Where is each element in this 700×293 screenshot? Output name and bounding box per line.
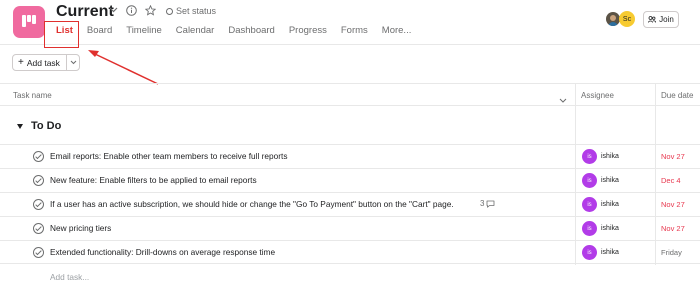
task-name[interactable]: New feature: Enable filters to be applie… — [50, 175, 257, 185]
table-row[interactable]: If a user has an active subscription, we… — [0, 192, 700, 216]
assignee-cell[interactable]: is ishika — [582, 149, 619, 164]
assignee-name: ishika — [601, 249, 619, 256]
due-date[interactable]: Nov 27 — [661, 200, 685, 209]
task-name[interactable]: Email reports: Enable other team members… — [50, 151, 287, 161]
add-task-inline[interactable]: Add task... — [50, 272, 89, 282]
subtask-count-value: 3 — [480, 199, 485, 208]
collapse-triangle-icon[interactable] — [17, 123, 23, 129]
column-task-name[interactable]: Task name — [13, 91, 52, 100]
due-date[interactable]: Nov 27 — [661, 152, 685, 161]
column-header-row: Task name Assignee Due date — [0, 83, 700, 106]
chevron-down-icon[interactable] — [559, 91, 567, 109]
chevron-down-icon — [70, 60, 76, 65]
due-date[interactable]: Dec 4 — [661, 176, 681, 185]
assignee-name: ishika — [601, 201, 619, 208]
complete-check-icon[interactable] — [33, 175, 44, 186]
assignee-cell[interactable]: is ishika — [582, 221, 619, 236]
due-date[interactable]: Friday — [661, 248, 682, 257]
assignee-name: ishika — [601, 153, 619, 160]
assignee-name: ishika — [601, 177, 619, 184]
add-task-split-button: + Add task — [12, 54, 80, 71]
people-icon — [648, 16, 657, 23]
complete-check-icon[interactable] — [33, 199, 44, 210]
avatar: is — [582, 149, 597, 164]
assignee-name: ishika — [601, 225, 619, 232]
table-row[interactable]: Extended functionality: Drill-downs on a… — [0, 240, 700, 264]
task-name[interactable]: Extended functionality: Drill-downs on a… — [50, 247, 275, 257]
comment-icon — [487, 200, 495, 208]
table-row[interactable]: Email reports: Enable other team members… — [0, 144, 700, 168]
complete-check-icon[interactable] — [33, 151, 44, 162]
add-task-button[interactable]: + Add task — [13, 55, 67, 70]
member-avatar-sc[interactable]: Sc — [619, 11, 635, 27]
avatar: is — [582, 197, 597, 212]
join-label: Join — [659, 15, 674, 24]
table-row[interactable]: New feature: Enable filters to be applie… — [0, 168, 700, 192]
add-task-dropdown-button[interactable] — [67, 55, 79, 70]
avatar: is — [582, 245, 597, 260]
avatar: is — [582, 173, 597, 188]
assignee-cell[interactable]: is ishika — [582, 197, 619, 212]
complete-check-icon[interactable] — [33, 223, 44, 234]
column-assignee[interactable]: Assignee — [581, 91, 614, 100]
task-name[interactable]: If a user has an active subscription, we… — [50, 199, 454, 209]
complete-check-icon[interactable] — [33, 247, 44, 258]
section-header: To Do — [17, 120, 61, 132]
member-avatar[interactable] — [606, 12, 620, 26]
subtask-count[interactable]: 3 — [480, 199, 495, 208]
column-due-date[interactable]: Due date — [661, 91, 693, 100]
assignee-cell[interactable]: is ishika — [582, 173, 619, 188]
plus-icon: + — [18, 56, 24, 68]
join-button[interactable]: Join — [643, 11, 679, 28]
section-title[interactable]: To Do — [31, 120, 61, 132]
add-task-label: Add task — [26, 57, 60, 68]
assignee-cell[interactable]: is ishika — [582, 245, 619, 260]
due-date[interactable]: Nov 27 — [661, 224, 685, 233]
avatar: is — [582, 221, 597, 236]
table-row[interactable]: New pricing tiers is ishika Nov 27 — [0, 216, 700, 240]
task-name[interactable]: New pricing tiers — [50, 223, 111, 233]
